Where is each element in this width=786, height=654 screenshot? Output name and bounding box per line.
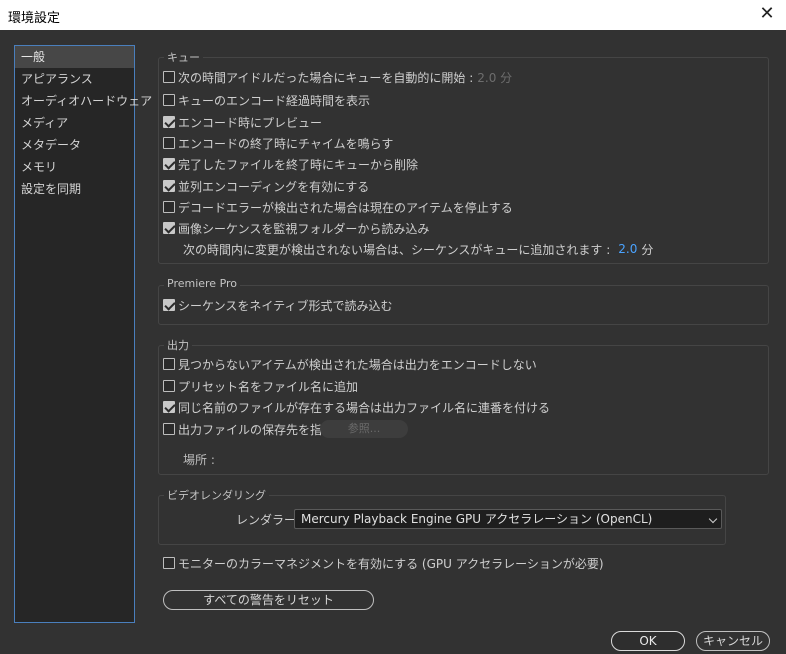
color-management-label: モニターのカラーマネジメントを有効にする (GPU アクセラレーションが必要) bbox=[178, 556, 604, 571]
sidebar-item-appearance[interactable]: アピアランス bbox=[15, 68, 134, 90]
sidebar-item-general[interactable]: 一般 bbox=[15, 46, 134, 68]
sidebar-item-metadata[interactable]: メタデータ bbox=[15, 134, 134, 156]
preview-while-encoding-option[interactable]: エンコード時にプレビュー bbox=[163, 113, 322, 131]
specify-output-location-checkbox[interactable] bbox=[163, 423, 175, 435]
chime-on-complete-checkbox[interactable] bbox=[163, 137, 175, 149]
title-bar: 環境設定 ✕ bbox=[0, 0, 786, 30]
sequence-note-label: 次の時間内に変更が検出されない場合は、シーケンスがキューに追加されます : bbox=[183, 242, 611, 257]
skip-missing-items-checkbox[interactable] bbox=[163, 358, 175, 370]
reset-warnings-button[interactable]: すべての警告をリセット bbox=[163, 590, 374, 610]
parallel-encoding-label: 並列エンコーディングを有効にする bbox=[178, 179, 370, 194]
native-import-option[interactable]: シーケンスをネイティブ形式で読み込む bbox=[163, 296, 392, 314]
show-elapsed-time-label: キューのエンコード経過時間を表示 bbox=[178, 93, 371, 108]
chime-on-complete-option[interactable]: エンコードの終了時にチャイムを鳴らす bbox=[163, 134, 393, 152]
show-elapsed-time-checkbox[interactable] bbox=[163, 94, 175, 106]
renderer-select[interactable]: Mercury Playback Engine GPU アクセラレーション (O… bbox=[294, 509, 722, 529]
sidebar-item-memory[interactable]: メモリ bbox=[15, 156, 134, 178]
auto-start-queue-option[interactable]: 次の時間アイドルだった場合にキューを自動的に開始 : 2.0 分 bbox=[163, 68, 512, 86]
stop-on-decode-error-option[interactable]: デコードエラーが検出された場合は現在のアイテムを停止する bbox=[163, 198, 513, 216]
ok-button[interactable]: OK bbox=[611, 631, 685, 651]
increment-filename-checkbox[interactable] bbox=[163, 401, 175, 413]
remove-completed-option[interactable]: 完了したファイルを終了時にキューから削除 bbox=[163, 155, 418, 173]
output-group-label: 出力 bbox=[164, 337, 192, 353]
renderer-select-value: Mercury Playback Engine GPU アクセラレーション (O… bbox=[301, 512, 653, 526]
color-management-option[interactable]: モニターのカラーマネジメントを有効にする (GPU アクセラレーションが必要) bbox=[163, 554, 604, 572]
auto-start-queue-checkbox[interactable] bbox=[163, 71, 175, 83]
location-label: 場所 : bbox=[183, 452, 215, 467]
specify-output-location-option[interactable]: 出力ファイルの保存先を指定 : bbox=[163, 420, 342, 438]
append-preset-name-checkbox[interactable] bbox=[163, 380, 175, 392]
preview-while-encoding-checkbox[interactable] bbox=[163, 116, 175, 128]
browse-button[interactable]: 参照... bbox=[320, 420, 408, 438]
sidebar-item-audio-hardware[interactable]: オーディオハードウェア bbox=[15, 90, 152, 112]
auto-start-queue-value[interactable]: 2.0 分 bbox=[477, 69, 512, 86]
stop-on-decode-error-label: デコードエラーが検出された場合は現在のアイテムを停止する bbox=[178, 200, 513, 215]
image-sequence-watch-option[interactable]: 画像シーケンスを監視フォルダーから読み込み bbox=[163, 219, 429, 237]
chime-on-complete-label: エンコードの終了時にチャイムを鳴らす bbox=[178, 136, 394, 151]
show-elapsed-time-option[interactable]: キューのエンコード経過時間を表示 bbox=[163, 91, 370, 109]
skip-missing-items-option[interactable]: 見つからないアイテムが検出された場合は出力をエンコードしない bbox=[163, 355, 537, 373]
append-preset-name-label: プリセット名をファイル名に追加 bbox=[178, 379, 359, 394]
video-rendering-group-label: ビデオレンダリング bbox=[164, 487, 269, 503]
remove-completed-checkbox[interactable] bbox=[163, 158, 175, 170]
sidebar-item-media[interactable]: メディア bbox=[15, 112, 134, 134]
append-preset-name-option[interactable]: プリセット名をファイル名に追加 bbox=[163, 377, 358, 395]
cancel-button[interactable]: キャンセル bbox=[696, 631, 770, 651]
category-list: 一般 アピアランス オーディオハードウェア メディア メタデータ メモリ 設定を… bbox=[14, 45, 152, 623]
skip-missing-items-label: 見つからないアイテムが検出された場合は出力をエンコードしない bbox=[178, 357, 537, 372]
sequence-time-value[interactable]: 2.0 bbox=[618, 242, 637, 256]
native-import-label: シーケンスをネイティブ形式で読み込む bbox=[178, 298, 393, 313]
sequence-note-row: 次の時間内に変更が検出されない場合は、シーケンスがキューに追加されます : 2.… bbox=[183, 240, 653, 258]
parallel-encoding-option[interactable]: 並列エンコーディングを有効にする bbox=[163, 177, 369, 195]
image-sequence-watch-label: 画像シーケンスを監視フォルダーから読み込み bbox=[178, 221, 430, 236]
native-import-checkbox[interactable] bbox=[163, 299, 175, 311]
parallel-encoding-checkbox[interactable] bbox=[163, 180, 175, 192]
image-sequence-watch-checkbox[interactable] bbox=[163, 222, 175, 234]
window-title: 環境設定 bbox=[8, 11, 61, 26]
remove-completed-label: 完了したファイルを終了時にキューから削除 bbox=[178, 157, 419, 172]
stop-on-decode-error-checkbox[interactable] bbox=[163, 201, 175, 213]
chevron-down-icon bbox=[708, 514, 718, 524]
preview-while-encoding-label: エンコード時にプレビュー bbox=[178, 115, 323, 130]
queue-group-label: キュー bbox=[164, 49, 203, 65]
close-icon[interactable]: ✕ bbox=[756, 2, 778, 26]
color-management-checkbox[interactable] bbox=[163, 557, 175, 569]
increment-filename-option[interactable]: 同じ名前のファイルが存在する場合は出力ファイル名に連番を付ける bbox=[163, 398, 550, 416]
auto-start-queue-label: 次の時間アイドルだった場合にキューを自動的に開始 : bbox=[178, 70, 474, 85]
sidebar-item-sync-settings[interactable]: 設定を同期 bbox=[15, 178, 134, 200]
premiere-group-label: Premiere Pro bbox=[164, 277, 241, 290]
sequence-time-unit: 分 bbox=[641, 242, 654, 257]
specify-output-location-label: 出力ファイルの保存先を指定 : bbox=[178, 422, 342, 437]
increment-filename-label: 同じ名前のファイルが存在する場合は出力ファイル名に連番を付ける bbox=[178, 400, 551, 415]
